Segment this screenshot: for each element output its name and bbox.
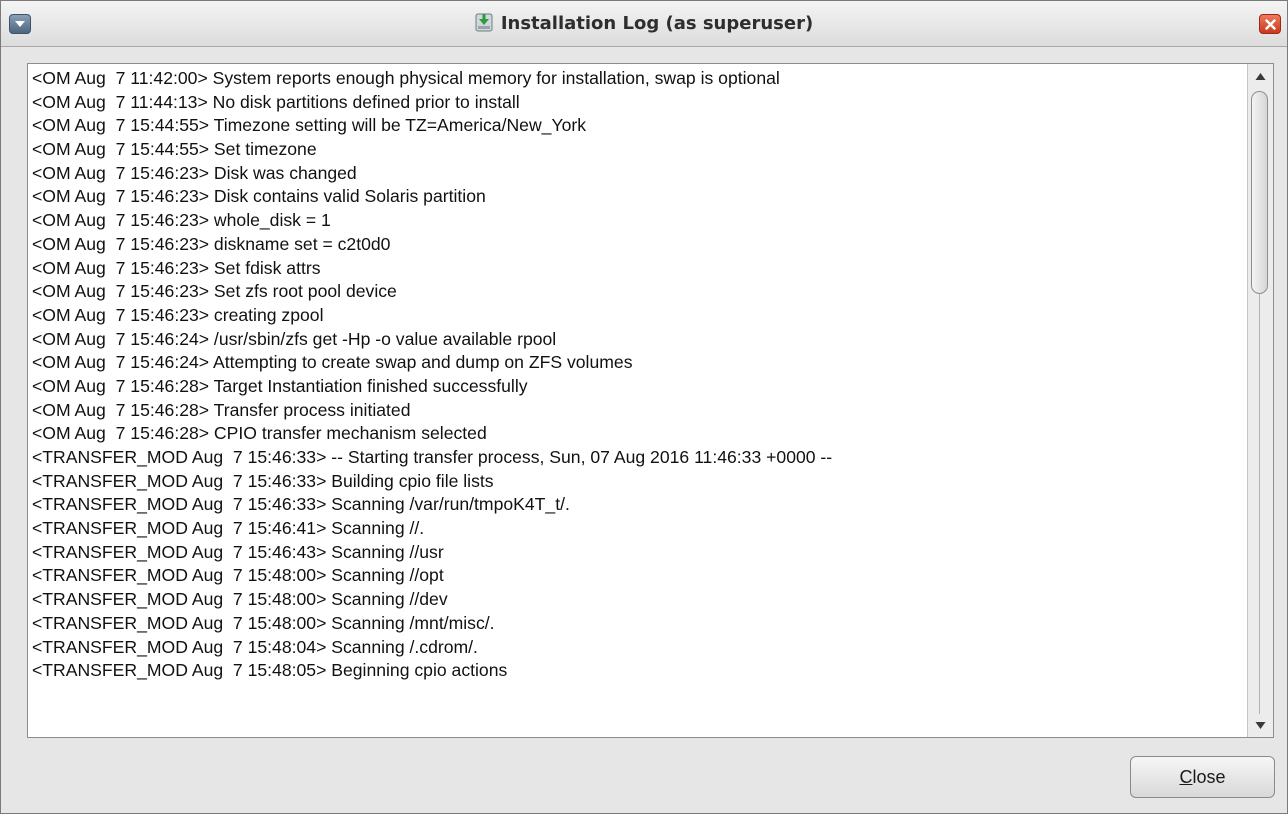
arrow-down-icon[interactable]	[1248, 715, 1273, 735]
installation-log-window: Installation Log (as superuser) <OM Aug …	[0, 0, 1288, 814]
log-line: <OM Aug 7 15:44:55> Set timezone	[32, 139, 317, 160]
arrow-up-icon[interactable]	[1248, 66, 1273, 86]
log-line: <TRANSFER_MOD Aug 7 15:46:41> Scanning /…	[32, 518, 425, 539]
log-line: <TRANSFER_MOD Aug 7 15:48:05> Beginning …	[32, 660, 508, 681]
log-line: <TRANSFER_MOD Aug 7 15:48:00> Scanning /…	[32, 565, 444, 586]
log-line: <TRANSFER_MOD Aug 7 15:48:04> Scanning /…	[32, 636, 478, 657]
log-line: <OM Aug 7 15:46:23> Disk contains valid …	[32, 186, 486, 207]
log-line: <OM Aug 7 11:44:13> No disk partitions d…	[32, 91, 520, 112]
log-line: <OM Aug 7 15:46:24> /usr/sbin/zfs get -H…	[32, 328, 557, 349]
scrollbar-track[interactable]	[1259, 294, 1260, 714]
log-line: <OM Aug 7 15:44:55> Timezone setting wil…	[32, 115, 587, 136]
log-line: <TRANSFER_MOD Aug 7 15:46:33> Building c…	[32, 470, 494, 491]
window-title-text: Installation Log (as superuser)	[500, 13, 814, 34]
close-button-mnemonic: C	[1179, 767, 1193, 787]
log-line: <TRANSFER_MOD Aug 7 15:46:33> -- Startin…	[32, 447, 833, 467]
log-content[interactable]: <OM Aug 7 11:42:00> System reports enoug…	[32, 67, 1246, 735]
title-bar[interactable]: Installation Log (as superuser)	[1, 1, 1287, 47]
log-line: <OM Aug 7 15:46:23> diskname set = c2t0d…	[32, 233, 391, 254]
log-line: <OM Aug 7 15:46:28> Transfer process ini…	[32, 399, 411, 420]
log-line: <OM Aug 7 11:42:00> System reports enoug…	[32, 68, 780, 88]
window-title: Installation Log (as superuser)	[1, 12, 1287, 39]
log-line: <OM Aug 7 15:46:28> CPIO transfer mechan…	[32, 423, 487, 444]
log-text-area[interactable]: <OM Aug 7 11:42:00> System reports enoug…	[27, 63, 1274, 738]
close-button[interactable]: Close	[1130, 756, 1275, 798]
log-line: <TRANSFER_MOD Aug 7 15:48:00> Scanning /…	[32, 612, 495, 633]
vertical-scrollbar[interactable]	[1247, 64, 1273, 737]
log-line: <OM Aug 7 15:46:24> Attempting to create…	[32, 352, 633, 373]
log-line: <OM Aug 7 15:46:23> creating zpool	[32, 304, 324, 325]
log-line: <OM Aug 7 15:46:23> Set zfs root pool de…	[32, 281, 397, 302]
scrollbar-thumb[interactable]	[1251, 91, 1268, 294]
close-button-label: lose	[1192, 767, 1226, 787]
log-line: <OM Aug 7 15:46:23> Set fdisk attrs	[32, 257, 321, 278]
log-line: <OM Aug 7 15:46:28> Target Instantiation…	[32, 375, 528, 396]
log-line: <TRANSFER_MOD Aug 7 15:46:33> Scanning /…	[32, 494, 570, 515]
log-line: <TRANSFER_MOD Aug 7 15:48:00> Scanning /…	[32, 589, 448, 610]
close-icon[interactable]	[1259, 14, 1281, 34]
log-line: <OM Aug 7 15:46:23> Disk was changed	[32, 162, 357, 183]
log-line: <OM Aug 7 15:46:23> whole_disk = 1	[32, 210, 331, 231]
installer-icon	[475, 12, 493, 39]
log-line: <TRANSFER_MOD Aug 7 15:46:43> Scanning /…	[32, 541, 444, 562]
